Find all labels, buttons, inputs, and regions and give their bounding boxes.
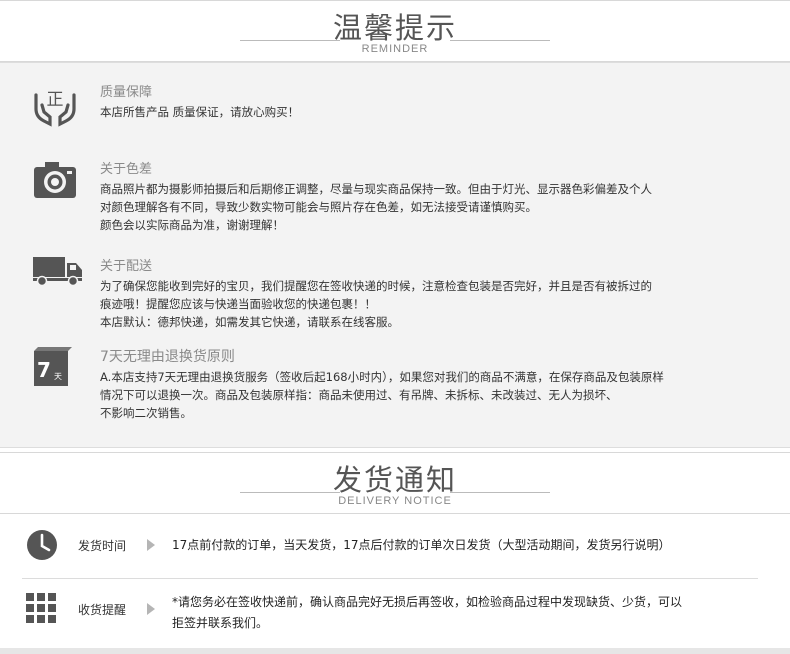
- clock-icon: [25, 528, 59, 566]
- item-desc: 本店所售产品 质量保证，请放心购买！: [100, 105, 300, 119]
- row-text: 17点前付款的订单，当天发货，17点后付款的订单次日发货（大型活动期间，发货另行…: [172, 538, 671, 552]
- seven-day-icon: 7 天: [32, 346, 72, 392]
- camera-icon: [32, 160, 78, 204]
- svg-text:7: 7: [37, 358, 51, 382]
- item-desc: 为了确保您能收到完好的宝贝，我们提醒您在签收快递的时候，注意检查包装是否完好，并…: [100, 279, 652, 329]
- delivery-subtitle: DELIVERY NOTICE: [338, 495, 452, 507]
- item-desc: A.本店支持7天无理由退换货服务（签收后起168小时内），如果您对我们的商品不满…: [100, 370, 664, 420]
- item-title: 关于色差: [100, 162, 153, 177]
- row-label: 发货时间: [78, 539, 127, 553]
- reminder-panel: 正 质量保障 本店所售产品 质量保证，请放心购买！ 关于色差 商品照片都为摄影师…: [0, 62, 790, 448]
- reminder-subtitle: REMINDER: [361, 43, 429, 55]
- row-divider: [22, 578, 758, 579]
- svg-text:正: 正: [47, 90, 64, 110]
- item-title: 质量保障: [100, 85, 153, 100]
- item-title: 关于配送: [100, 259, 153, 274]
- page: 温馨提示 REMINDER 正 质量保障 本店所售产品 质量保证，请放心购买！: [0, 0, 790, 654]
- arrow-right-icon: [147, 539, 155, 551]
- grid-icon: [25, 592, 57, 628]
- svg-text:天: 天: [54, 372, 62, 381]
- row-label: 收货提醒: [78, 603, 127, 617]
- row-text: *请您务必在签收快递前，确认商品完好无损后再签收，如检验商品过程中发现缺货、少货…: [172, 595, 683, 630]
- delivery-banner: 发货通知 DELIVERY NOTICE: [0, 452, 790, 514]
- delivery-title: 发货通知: [332, 463, 457, 497]
- reminder-banner: 温馨提示 REMINDER: [0, 0, 790, 62]
- zheng-hands-icon: 正: [32, 81, 78, 131]
- bottom-strip: [0, 648, 790, 654]
- item-title: 7天无理由退换货原则: [100, 349, 235, 365]
- item-desc: 商品照片都为摄影师拍摄后和后期修正调整，尽量与现实商品保持一致。但由于灯光、显示…: [100, 182, 652, 232]
- truck-icon: [32, 255, 84, 291]
- reminder-title: 温馨提示: [332, 11, 457, 45]
- arrow-right-icon: [147, 603, 155, 615]
